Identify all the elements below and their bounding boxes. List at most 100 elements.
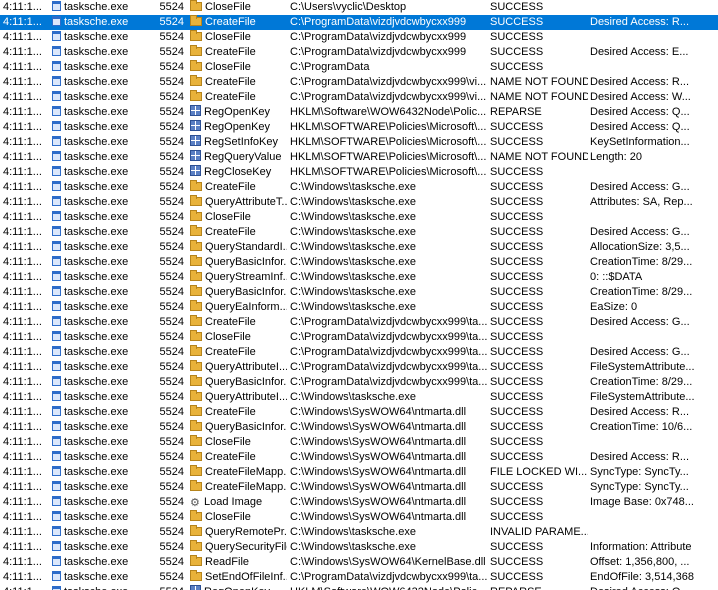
- operation-cell: QueryAttributeI...: [190, 360, 287, 375]
- result-cell: SUCCESS: [490, 211, 544, 223]
- event-row[interactable]: 4:11:1... tasksche.exe 5524 QuerySecurit…: [0, 540, 718, 555]
- detail-cell: FileSystemAttribute...: [590, 361, 695, 373]
- operation-cell: RegOpenKey: [190, 105, 287, 120]
- detail-cell: Desired Access: R...: [590, 16, 690, 28]
- pid-cell: 5524: [159, 241, 184, 253]
- event-row[interactable]: 4:11:1... tasksche.exe 5524 SetEndOfFile…: [0, 570, 718, 585]
- event-row[interactable]: 4:11:1... tasksche.exe 5524 RegOpenKey H…: [0, 120, 718, 135]
- time-cell: 4:11:1...: [3, 466, 42, 478]
- process-cell: tasksche.exe: [51, 285, 155, 300]
- process-cell: tasksche.exe: [51, 540, 155, 555]
- event-row[interactable]: 4:11:1... tasksche.exe 5524 QueryStreamI…: [0, 270, 718, 285]
- event-row[interactable]: 4:11:1... tasksche.exe 5524 CloseFile C:…: [0, 210, 718, 225]
- time-cell: 4:11:1...: [3, 106, 42, 118]
- process-icon: [52, 46, 61, 56]
- operation-cell: CreateFile: [190, 405, 287, 420]
- event-row[interactable]: 4:11:1... tasksche.exe 5524 QueryRemoteP…: [0, 525, 718, 540]
- event-row[interactable]: 4:11:1... tasksche.exe 5524 CloseFile C:…: [0, 510, 718, 525]
- operation-name: CreateFile: [205, 346, 256, 358]
- event-row[interactable]: 4:11:1... tasksche.exe 5524 QueryBasicIn…: [0, 255, 718, 270]
- time-cell: 4:11:1...: [3, 256, 42, 268]
- event-row[interactable]: 4:11:1... tasksche.exe 5524 RegCloseKey …: [0, 165, 718, 180]
- result-cell: SUCCESS: [490, 196, 544, 208]
- event-row[interactable]: 4:11:1... tasksche.exe 5524 CloseFile C:…: [0, 330, 718, 345]
- event-row[interactable]: 4:11:1... tasksche.exe 5524 QueryStandar…: [0, 240, 718, 255]
- operation-cell: CreateFile: [190, 90, 287, 105]
- path-cell: HKLM\Software\WOW6432Node\Polic...: [290, 585, 488, 590]
- pid-cell: 5524: [159, 346, 184, 358]
- event-row[interactable]: 4:11:1... tasksche.exe 5524 CreateFile C…: [0, 90, 718, 105]
- detail-cell: Desired Access: R...: [590, 406, 690, 418]
- event-row[interactable]: 4:11:1... tasksche.exe 5524 CreateFileMa…: [0, 480, 718, 495]
- reg-icon: [190, 135, 201, 146]
- event-row[interactable]: 4:11:1... tasksche.exe 5524 QueryBasicIn…: [0, 285, 718, 300]
- event-row[interactable]: 4:11:1... tasksche.exe 5524 RegOpenKey H…: [0, 585, 718, 590]
- process-cell: tasksche.exe: [51, 45, 155, 60]
- event-row[interactable]: 4:11:1... tasksche.exe 5524 QueryBasicIn…: [0, 375, 718, 390]
- event-row[interactable]: 4:11:1... tasksche.exe 5524 CreateFile C…: [0, 225, 718, 240]
- process-name: tasksche.exe: [64, 211, 129, 223]
- event-row[interactable]: 4:11:1... tasksche.exe 5524 CloseFile C:…: [0, 435, 718, 450]
- operation-cell: CloseFile: [190, 30, 287, 45]
- result-cell: SUCCESS: [490, 331, 544, 343]
- event-row[interactable]: 4:11:1... tasksche.exe 5524 QueryEaInfor…: [0, 300, 718, 315]
- process-icon: [52, 376, 61, 386]
- pid-cell: 5524: [159, 196, 184, 208]
- event-row[interactable]: 4:11:1... tasksche.exe 5524 RegSetInfoKe…: [0, 135, 718, 150]
- operation-cell: RegOpenKey: [190, 585, 287, 590]
- operation-cell: CloseFile: [190, 435, 287, 450]
- time-cell: 4:11:1...: [3, 271, 42, 283]
- event-row[interactable]: 4:11:1... tasksche.exe 5524 RegQueryValu…: [0, 150, 718, 165]
- operation-name: CloseFile: [205, 1, 251, 13]
- event-row[interactable]: 4:11:1... tasksche.exe 5524 CreateFile C…: [0, 315, 718, 330]
- process-name: tasksche.exe: [64, 316, 129, 328]
- result-cell: SUCCESS: [490, 46, 544, 58]
- pid-cell: 5524: [159, 166, 184, 178]
- result-cell: NAME NOT FOUND: [490, 91, 588, 103]
- event-row[interactable]: 4:11:1... tasksche.exe 5524 CreateFileMa…: [0, 465, 718, 480]
- event-row[interactable]: 4:11:1... tasksche.exe 5524 QueryAttribu…: [0, 360, 718, 375]
- path-cell: C:\ProgramData\vizdjvdcwbycxx999: [290, 16, 467, 28]
- event-row[interactable]: 4:11:1... tasksche.exe 5524 QueryBasicIn…: [0, 420, 718, 435]
- event-row[interactable]: 4:11:1... tasksche.exe 5524 CloseFile C:…: [0, 0, 718, 15]
- operation-cell: QueryRemotePr...: [190, 525, 287, 540]
- process-cell: tasksche.exe: [51, 390, 155, 405]
- event-row[interactable]: 4:11:1... tasksche.exe 5524 QueryAttribu…: [0, 195, 718, 210]
- event-row[interactable]: 4:11:1... tasksche.exe 5524 ReadFile C:\…: [0, 555, 718, 570]
- operation-cell: QueryBasicInfor...: [190, 375, 287, 390]
- event-row[interactable]: 4:11:1... tasksche.exe 5524 RegOpenKey H…: [0, 105, 718, 120]
- event-list[interactable]: 4:11:1... tasksche.exe 5524 CloseFile C:…: [0, 0, 718, 590]
- event-row[interactable]: 4:11:1... tasksche.exe 5524 CreateFile C…: [0, 345, 718, 360]
- result-cell: SUCCESS: [490, 481, 544, 493]
- operation-name: QueryAttributeI...: [205, 391, 287, 403]
- time-cell: 4:11:1...: [3, 526, 42, 538]
- operation-name: QueryBasicInfor...: [205, 376, 287, 388]
- event-row[interactable]: 4:11:1... tasksche.exe 5524 ⚙ Load Image …: [0, 495, 718, 510]
- operation-cell: QuerySecurityFile: [190, 540, 287, 555]
- operation-name: CreateFile: [205, 76, 256, 88]
- event-row[interactable]: 4:11:1... tasksche.exe 5524 CreateFile C…: [0, 450, 718, 465]
- event-row[interactable]: 4:11:1... tasksche.exe 5524 CreateFile C…: [0, 45, 718, 60]
- event-row[interactable]: 4:11:1... tasksche.exe 5524 QueryAttribu…: [0, 390, 718, 405]
- result-cell: SUCCESS: [490, 61, 544, 73]
- file-icon: [190, 15, 202, 26]
- time-cell: 4:11:1...: [3, 376, 42, 388]
- path-cell: C:\Windows\SysWOW64\ntmarta.dll: [290, 436, 467, 448]
- event-row[interactable]: 4:11:1... tasksche.exe 5524 CreateFile C…: [0, 15, 718, 30]
- time-cell: 4:11:1...: [3, 121, 42, 133]
- event-row[interactable]: 4:11:1... tasksche.exe 5524 CloseFile C:…: [0, 60, 718, 75]
- time-cell: 4:11:1...: [3, 421, 42, 433]
- event-row[interactable]: 4:11:1... tasksche.exe 5524 CloseFile C:…: [0, 30, 718, 45]
- operation-cell: CreateFile: [190, 315, 287, 330]
- operation-name: CloseFile: [205, 331, 251, 343]
- event-row[interactable]: 4:11:1... tasksche.exe 5524 CreateFile C…: [0, 405, 718, 420]
- process-cell: tasksche.exe: [51, 420, 155, 435]
- reg-icon: [190, 120, 201, 131]
- result-cell: REPARSE: [490, 106, 542, 118]
- event-row[interactable]: 4:11:1... tasksche.exe 5524 CreateFile C…: [0, 75, 718, 90]
- process-cell: tasksche.exe: [51, 180, 155, 195]
- path-cell: C:\Windows\tasksche.exe: [290, 391, 416, 403]
- event-row[interactable]: 4:11:1... tasksche.exe 5524 CreateFile C…: [0, 180, 718, 195]
- process-icon: [52, 196, 61, 206]
- process-name: tasksche.exe: [64, 391, 129, 403]
